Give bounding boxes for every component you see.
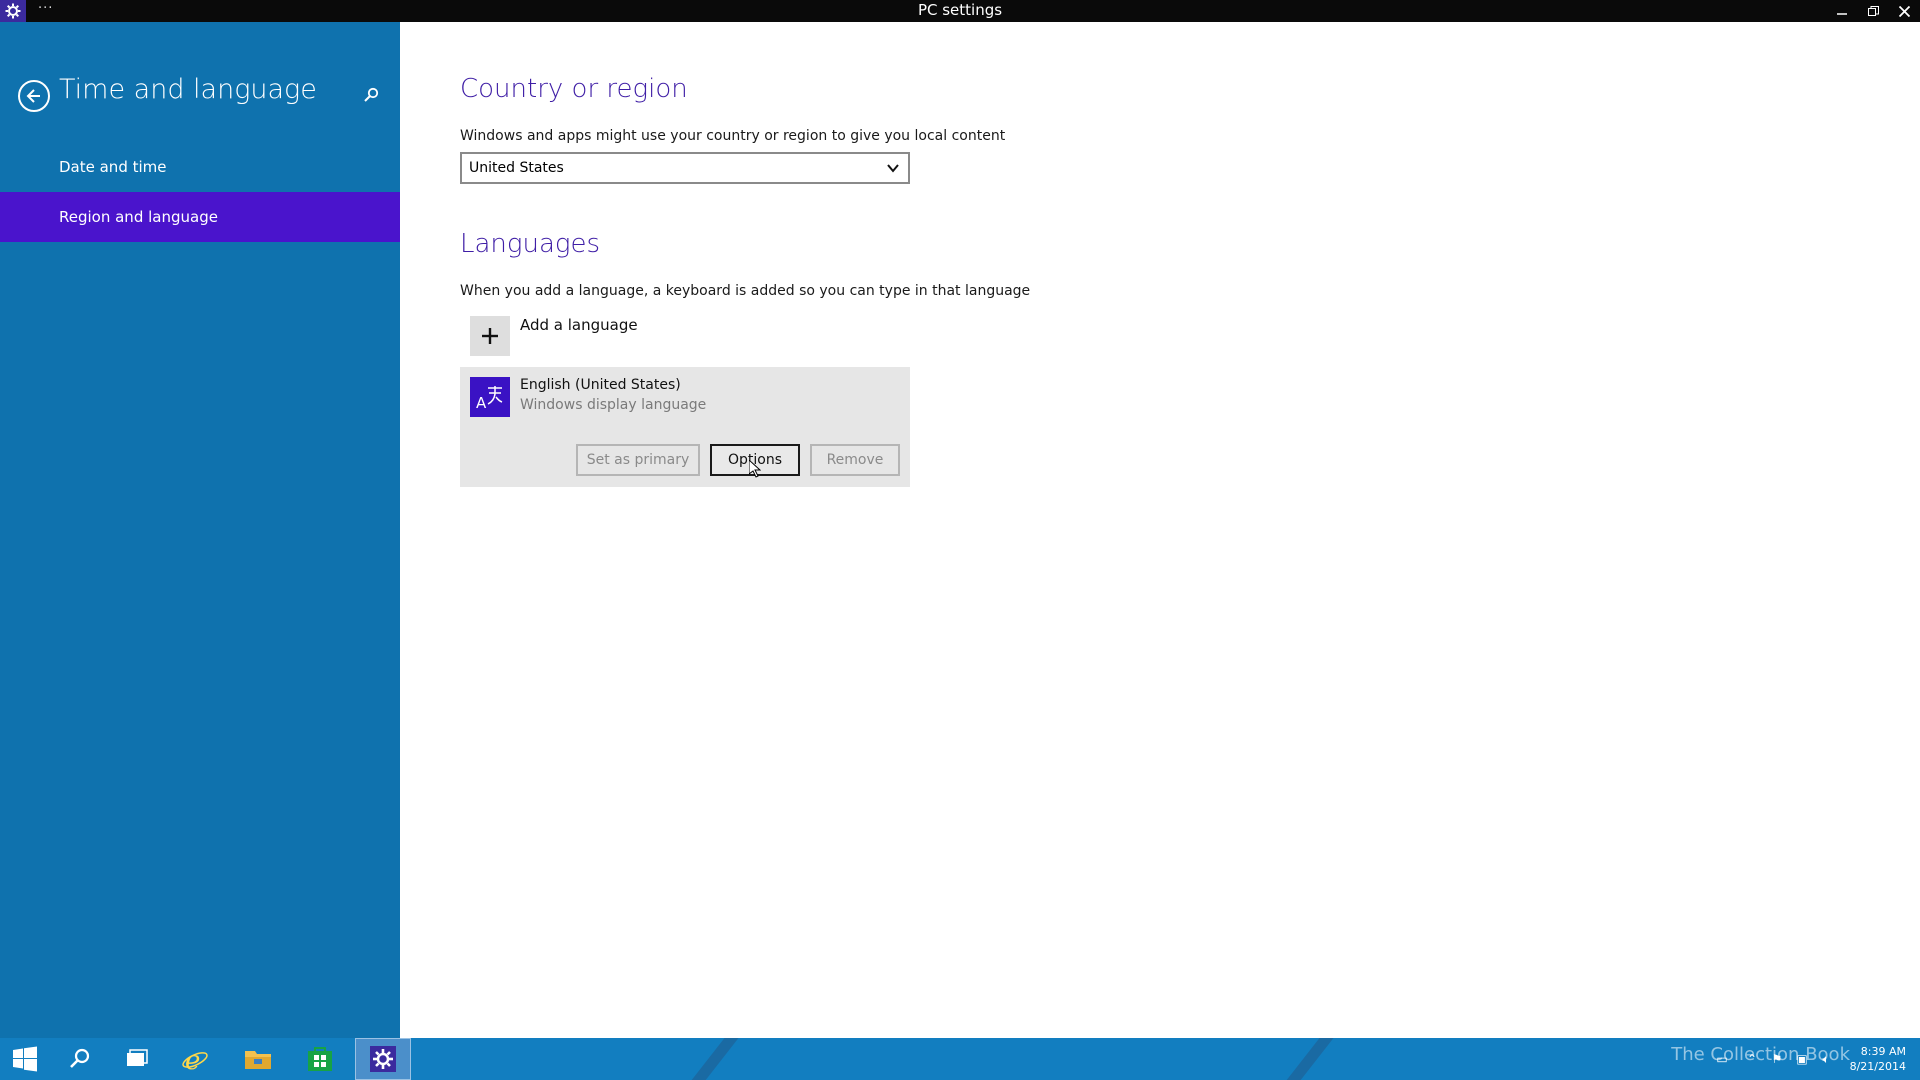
task-view-icon	[127, 1049, 148, 1066]
add-language-button[interactable]: Add a language	[460, 314, 760, 358]
search-icon	[70, 1048, 90, 1068]
tray-keyboard-icon[interactable]: ▭	[1712, 1038, 1732, 1080]
country-select-value: United States	[469, 160, 564, 176]
file-explorer-button[interactable]	[233, 1038, 283, 1080]
restore-icon	[1867, 5, 1879, 16]
set-as-primary-button[interactable]: Set as primary	[576, 444, 700, 476]
country-select[interactable]: United States	[460, 152, 910, 184]
search-button[interactable]	[360, 84, 382, 106]
task-view-button[interactable]	[112, 1038, 162, 1080]
window-title: PC settings	[917, 1, 1003, 19]
start-button[interactable]	[0, 1038, 50, 1080]
internet-explorer-icon: e	[182, 1046, 208, 1073]
clock-date: 8/21/2014	[1849, 1060, 1906, 1073]
close-button[interactable]	[1889, 0, 1919, 22]
language-subtitle: Windows display language	[520, 397, 707, 413]
back-arrow-icon	[26, 89, 40, 103]
plus-icon	[470, 316, 510, 356]
remove-button[interactable]: Remove	[810, 444, 900, 476]
clock-time: 8:39 AM	[1860, 1045, 1906, 1058]
file-explorer-icon	[245, 1051, 271, 1069]
add-language-label: Add a language	[520, 316, 638, 334]
restore-button[interactable]	[1858, 0, 1888, 22]
languages-heading: Languages	[460, 229, 601, 259]
languages-description: When you add a language, a keyboard is a…	[460, 283, 1031, 299]
language-icon: A	[470, 377, 510, 417]
language-entry-english[interactable]: A English (United States) Windows displa…	[460, 367, 910, 487]
minimize-icon	[1837, 13, 1847, 15]
tray-chevron-up-icon[interactable]: ⌃	[1742, 1038, 1762, 1080]
store-icon	[308, 1047, 332, 1071]
close-icon	[1898, 5, 1910, 17]
search-icon	[364, 87, 379, 102]
back-button[interactable]	[18, 80, 50, 112]
country-description: Windows and apps might use your country …	[460, 128, 1006, 144]
store-button[interactable]	[295, 1038, 345, 1080]
mouse-cursor-icon	[749, 460, 761, 478]
country-heading: Country or region	[460, 74, 688, 104]
system-clock[interactable]: 8:39 AM 8/21/2014	[1850, 1044, 1906, 1074]
sidebar-title: Time and language	[59, 74, 317, 105]
sidebar-item-region-and-language[interactable]: Region and language	[0, 192, 400, 242]
taskbar-decoration	[1272, 1038, 1342, 1080]
main-content: Country or region Windows and apps might…	[400, 22, 1920, 1038]
language-name: English (United States)	[520, 377, 681, 393]
tray-flag-icon[interactable]: ⚑	[1767, 1038, 1787, 1080]
internet-explorer-button[interactable]: e	[170, 1038, 220, 1080]
windows-start-icon	[13, 1046, 37, 1072]
minimize-button[interactable]	[1827, 0, 1857, 22]
taskbar-decoration	[677, 1038, 747, 1080]
title-bar: ··· PC settings	[0, 0, 1920, 22]
svg-text:A: A	[476, 394, 487, 412]
sidebar-header: Time and language	[0, 72, 400, 122]
sidebar: Time and language Date and time Region a…	[0, 22, 400, 1038]
settings-icon	[370, 1046, 396, 1072]
settings-taskbar-button[interactable]	[355, 1038, 411, 1080]
tray-network-icon[interactable]: ▣	[1792, 1038, 1812, 1080]
taskbar: e The Collection Book ▭ ⌃ ⚑ ▣ 🔈︎ 8:39 AM…	[0, 1038, 1920, 1080]
tray-volume-icon[interactable]: 🔈︎	[1816, 1038, 1836, 1080]
chevron-down-icon	[887, 164, 899, 173]
sidebar-item-date-and-time[interactable]: Date and time	[0, 142, 400, 192]
taskbar-search-button[interactable]	[55, 1038, 105, 1080]
